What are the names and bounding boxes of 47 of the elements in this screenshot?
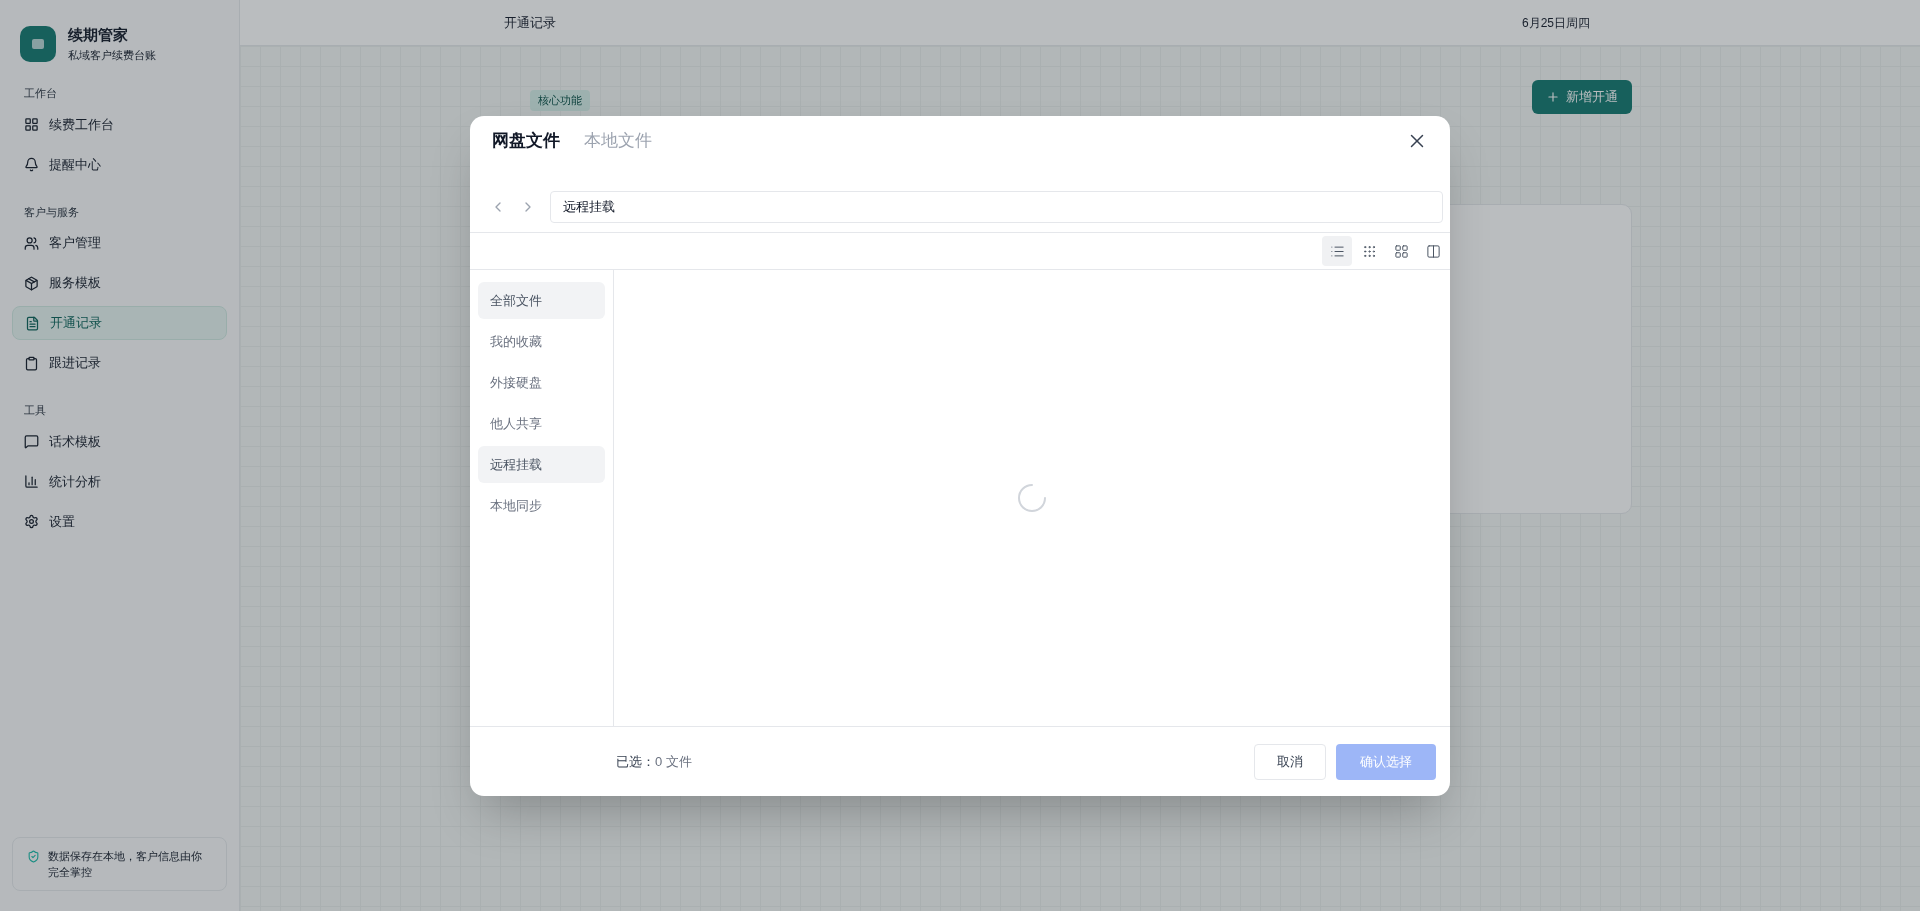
- nav-item[interactable]: 统计分析: [12, 464, 227, 499]
- page-title: 开通记录: [504, 13, 556, 32]
- path-field[interactable]: 远程挂载: [550, 191, 1443, 223]
- date-text: 6月25日周四: [1521, 14, 1590, 32]
- location-item[interactable]: 我的收藏: [478, 323, 605, 360]
- split-view-icon: [1425, 243, 1441, 259]
- bar-chart-icon: [24, 474, 39, 489]
- view-mode-button[interactable]: [1322, 236, 1352, 266]
- settings-icon: [24, 514, 39, 529]
- section-label: 客户与服务: [23, 204, 80, 220]
- nav-item[interactable]: 提醒中心: [12, 147, 227, 182]
- bell-icon: [24, 157, 39, 172]
- list-view-icon: [1329, 243, 1345, 259]
- section-label: 工具: [23, 403, 47, 418]
- app-subtitle: 私域客户续费台账: [68, 47, 156, 63]
- nav-item[interactable]: 续费工作台: [12, 107, 227, 142]
- users-icon: [24, 235, 39, 251]
- grid-icon: [24, 117, 39, 132]
- location-item[interactable]: 外接硬盘: [478, 364, 605, 401]
- location-item[interactable]: 远程挂载: [478, 446, 605, 483]
- add-button[interactable]: 新增开通: [1532, 80, 1632, 114]
- location-item[interactable]: 全部文件: [478, 282, 605, 319]
- nav-item[interactable]: 客户管理: [12, 226, 227, 260]
- notice-text: 数据保存在本地，客户信息由你完全掌控: [48, 849, 203, 880]
- dots-view-icon: [1361, 243, 1377, 259]
- section-label: 工作台: [23, 86, 58, 101]
- dialog-tab[interactable]: 网盘文件: [492, 128, 560, 154]
- feature-badge: 核心功能: [530, 90, 590, 111]
- nav-item[interactable]: 跟进记录: [12, 346, 227, 380]
- nav-item[interactable]: 服务模板: [12, 266, 227, 300]
- document-icon: [25, 315, 40, 331]
- package-icon: [24, 275, 39, 291]
- nav-item[interactable]: 开通记录: [12, 306, 227, 340]
- app-title: 续期管家: [68, 25, 129, 45]
- cancel-button[interactable]: 取消: [1254, 743, 1326, 780]
- nav-item[interactable]: 设置: [12, 504, 227, 539]
- selected-label: 已选：: [616, 752, 655, 771]
- plus-icon: [1546, 90, 1560, 104]
- location-item[interactable]: 本地同步: [478, 487, 605, 524]
- selected-count: 0 文件: [655, 752, 692, 771]
- location-item[interactable]: 他人共享: [478, 405, 605, 442]
- chat-bubble-icon: [24, 434, 39, 449]
- clipboard-icon: [24, 355, 39, 371]
- app-logo: [20, 25, 56, 62]
- grid-view-icon: [1393, 243, 1409, 259]
- nav-item[interactable]: 话术模板: [12, 424, 227, 459]
- shield-icon: [27, 850, 40, 863]
